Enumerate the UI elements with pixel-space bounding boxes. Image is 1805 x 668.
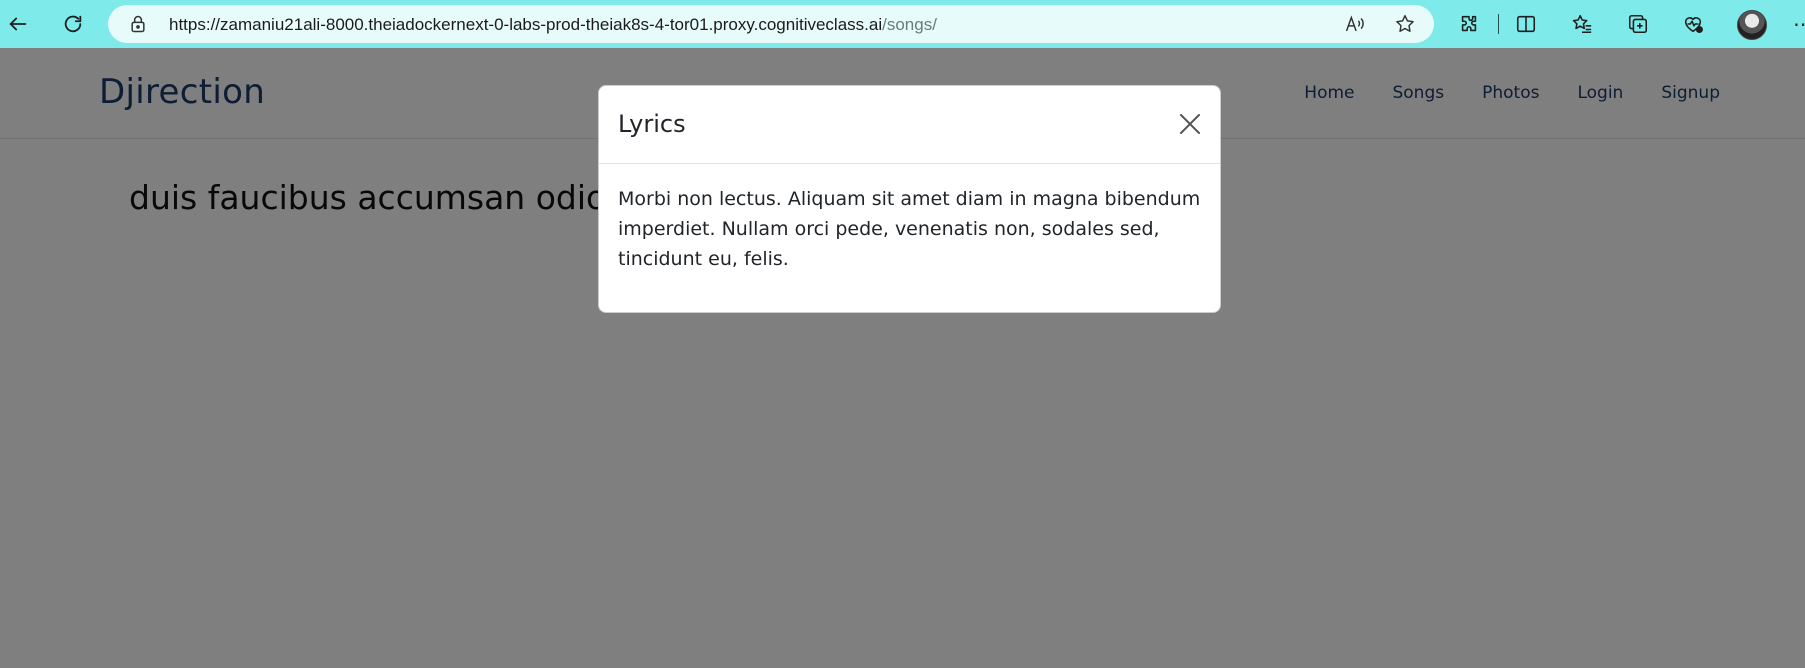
collections-icon[interactable] bbox=[1623, 9, 1653, 39]
lyrics-modal: Lyrics Morbi non lectus. Aliquam sit ame… bbox=[598, 85, 1221, 313]
toolbar-divider bbox=[1498, 14, 1499, 34]
profile-avatar[interactable] bbox=[1737, 10, 1767, 40]
url-host: https://zamaniu21ali-8000.theiadockernex… bbox=[169, 15, 883, 34]
close-button[interactable] bbox=[1174, 108, 1206, 140]
refresh-icon[interactable] bbox=[55, 6, 91, 42]
browser-essentials-icon[interactable] bbox=[1678, 9, 1708, 39]
read-aloud-icon[interactable] bbox=[1344, 13, 1366, 35]
lyrics-text: Morbi non lectus. Aliquam sit amet diam … bbox=[618, 188, 1201, 270]
address-bar[interactable]: https://zamaniu21ali-8000.theiadockernex… bbox=[108, 5, 1434, 43]
split-screen-icon[interactable] bbox=[1511, 9, 1541, 39]
lock-icon[interactable] bbox=[128, 14, 148, 34]
extensions-icon[interactable] bbox=[1454, 9, 1484, 39]
url-path: /songs/ bbox=[882, 15, 937, 34]
url-text[interactable]: https://zamaniu21ali-8000.theiadockernex… bbox=[169, 15, 937, 35]
browser-toolbar: https://zamaniu21ali-8000.theiadockernex… bbox=[0, 0, 1805, 48]
favorites-icon[interactable] bbox=[1567, 9, 1597, 39]
modal-header: Lyrics bbox=[599, 86, 1220, 164]
modal-title: Lyrics bbox=[618, 110, 686, 138]
favorite-star-icon[interactable] bbox=[1394, 13, 1416, 35]
close-icon bbox=[1180, 114, 1200, 134]
back-icon[interactable] bbox=[0, 6, 36, 42]
more-icon[interactable]: ⋯ bbox=[1793, 12, 1805, 37]
